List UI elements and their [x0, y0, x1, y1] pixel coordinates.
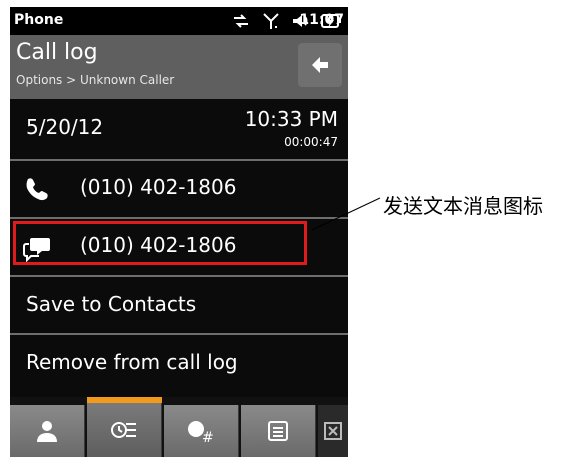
svg-text:#: # — [202, 430, 214, 444]
breadcrumb: Options > Unknown Caller — [16, 73, 175, 87]
call-number-row[interactable]: (010) 402-1806 — [10, 161, 348, 217]
save-to-contacts-row[interactable]: Save to Contacts — [10, 277, 348, 333]
save-to-contacts-label: Save to Contacts — [26, 292, 197, 316]
call-log-icon — [111, 422, 136, 438]
close-icon — [324, 422, 342, 440]
contact-icon — [37, 421, 57, 442]
remove-from-call-log-label: Remove from call log — [26, 350, 238, 374]
back-button[interactable] — [298, 43, 342, 87]
page-title: Call log — [16, 40, 98, 65]
bottom-tab-bar: # — [10, 397, 348, 457]
call-number-label: (010) 402-1806 — [80, 175, 237, 199]
call-details: 5/20/12 10:33 PM 00:00:47 — [10, 99, 348, 159]
menu-icon — [268, 421, 288, 441]
tab-menu[interactable] — [241, 405, 316, 457]
remove-from-call-log-row[interactable]: Remove from call log — [10, 335, 348, 391]
annotation-label: 发送文本消息图标 — [383, 194, 543, 218]
tab-call-log[interactable] — [87, 403, 162, 457]
data-sync-icon — [234, 14, 248, 28]
call-duration: 00:00:47 — [284, 135, 338, 149]
message-number-label: (010) 402-1806 — [80, 233, 237, 257]
call-time: 10:33 PM — [244, 107, 338, 131]
send-message-row[interactable]: (010) 402-1806 — [10, 219, 348, 275]
page-header: Call log Options > Unknown Caller — [10, 35, 348, 99]
call-date: 5/20/12 — [26, 115, 104, 139]
signal-icon — [263, 13, 279, 29]
back-arrow-icon — [312, 57, 328, 73]
status-app-name: Phone — [14, 12, 64, 28]
status-bar: Phone 11:07 — [10, 7, 348, 35]
phone-icon — [26, 178, 48, 201]
send-text-message-icon — [23, 238, 50, 262]
tab-contacts[interactable] — [10, 405, 85, 457]
phone-screen: Phone 11:07 Call log Options > Unknown C… — [10, 7, 348, 457]
tab-dialpad[interactable]: # — [164, 405, 239, 457]
tab-close[interactable] — [318, 405, 348, 457]
status-time: 11:07 — [299, 12, 344, 28]
dialpad-icon: # — [188, 421, 214, 444]
